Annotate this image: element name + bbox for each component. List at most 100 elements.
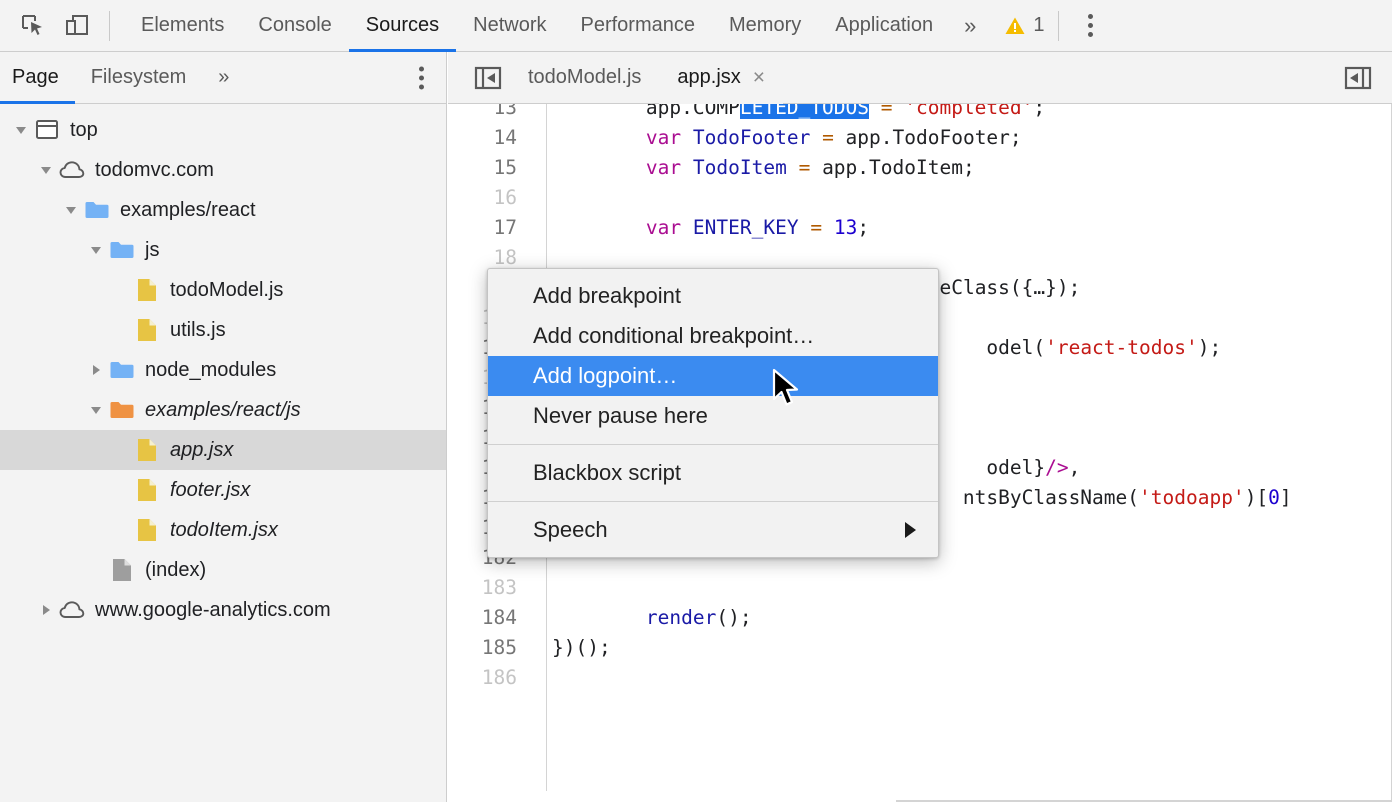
- show-navigator-icon[interactable]: [466, 52, 510, 104]
- toolbar-divider: [109, 11, 110, 41]
- line-number[interactable]: 184: [448, 603, 546, 633]
- tab-application-label: Application: [835, 14, 933, 37]
- tree-item-label: todoItem.jsx: [170, 519, 278, 542]
- line-number[interactable]: 14: [448, 123, 546, 153]
- code-token: [681, 216, 693, 239]
- tree-item-label: node_modules: [145, 359, 276, 382]
- code-line[interactable]: [548, 183, 1392, 213]
- editor-tab-appjsx[interactable]: app.jsx ×: [659, 52, 783, 104]
- devtools-menu-icon[interactable]: [1071, 4, 1109, 48]
- tree-item-todomodel-js[interactable]: todoModel.js: [0, 270, 446, 310]
- chevron-down-icon[interactable]: [60, 190, 82, 230]
- show-debugger-icon[interactable]: [1338, 58, 1378, 98]
- menu-item-add-breakpoint[interactable]: Add breakpoint: [488, 276, 938, 316]
- tree-item-app-jsx[interactable]: app.jsx: [0, 430, 446, 470]
- menu-item-never-pause-here[interactable]: Never pause here: [488, 396, 938, 436]
- code-token: ();: [716, 606, 751, 629]
- tab-network-label: Network: [473, 14, 546, 37]
- code-line[interactable]: render();: [548, 603, 1392, 633]
- code-token: ntsByClassName(: [963, 486, 1139, 509]
- chevron-down-icon[interactable]: [10, 110, 32, 150]
- tab-console[interactable]: Console: [241, 0, 348, 52]
- close-icon[interactable]: ×: [753, 67, 765, 88]
- tree-item-index[interactable]: (index): [0, 550, 446, 590]
- line-number[interactable]: 186: [448, 663, 546, 693]
- nav-tab-page[interactable]: Page: [0, 52, 75, 104]
- code-token: [892, 104, 904, 119]
- tree-item-examples-react[interactable]: examples/react: [0, 190, 446, 230]
- tree-item-top[interactable]: top: [0, 110, 446, 150]
- tree-item-examples-react-js[interactable]: examples/react/js: [0, 390, 446, 430]
- code-line[interactable]: var ENTER_KEY = 13;: [548, 213, 1392, 243]
- folder-orange-icon: [107, 399, 137, 421]
- menu-item-label: Never pause here: [533, 403, 708, 429]
- line-number[interactable]: 15: [448, 153, 546, 183]
- tree-item-todomvc-com[interactable]: todomvc.com: [0, 150, 446, 190]
- tree-item-utils-js[interactable]: utils.js: [0, 310, 446, 350]
- line-number-label: 184: [482, 606, 517, 629]
- line-number[interactable]: 185: [448, 633, 546, 663]
- code-token: ENTER_KEY: [693, 216, 799, 239]
- warning-count-label: 1: [1033, 14, 1044, 37]
- warning-counter[interactable]: 1: [1004, 14, 1044, 37]
- tab-elements[interactable]: Elements: [124, 0, 241, 52]
- menu-item-blackbox-script[interactable]: Blackbox script: [488, 453, 938, 493]
- more-panels-icon[interactable]: »: [950, 15, 990, 37]
- code-token: [552, 156, 646, 179]
- code-line[interactable]: })();: [548, 633, 1392, 663]
- chevron-down-icon[interactable]: [85, 230, 107, 270]
- gutter-context-menu[interactable]: Add breakpointAdd conditional breakpoint…: [487, 268, 939, 558]
- editor-tab-todomodel[interactable]: todoModel.js: [510, 52, 659, 104]
- code-token: [552, 126, 646, 149]
- line-number-label: 18: [494, 246, 517, 269]
- nav-tab-filesystem[interactable]: Filesystem: [75, 52, 203, 104]
- cloud-icon: [57, 600, 87, 620]
- devtools-main-toolbar: Elements Console Sources Network Perform…: [0, 0, 1392, 52]
- chevron-down-icon[interactable]: [35, 150, 57, 190]
- menu-item-add-logpoint[interactable]: Add logpoint…: [488, 356, 938, 396]
- tree-item-js[interactable]: js: [0, 230, 446, 270]
- device-toolbar-icon[interactable]: [55, 4, 99, 48]
- line-number[interactable]: 17: [448, 213, 546, 243]
- code-line[interactable]: [548, 573, 1392, 603]
- code-token: />: [1045, 456, 1068, 479]
- tree-item-www-google-analytics-com[interactable]: www.google-analytics.com: [0, 590, 446, 630]
- chevron-down-icon[interactable]: [85, 390, 107, 430]
- navigator-tabbar: Page Filesystem »: [0, 52, 446, 104]
- folder-blue-icon: [107, 239, 137, 261]
- nav-tab-page-label: Page: [12, 66, 59, 89]
- code-token: })();: [552, 636, 611, 659]
- tree-item-label: app.jsx: [170, 439, 233, 462]
- tab-network[interactable]: Network: [456, 0, 563, 52]
- code-line[interactable]: app.COMPLETED_TODOS = 'completed';: [548, 104, 1392, 123]
- line-number[interactable]: 13: [448, 104, 546, 123]
- menu-item-add-conditional-breakpoint[interactable]: Add conditional breakpoint…: [488, 316, 938, 356]
- navigator-menu-icon[interactable]: [419, 66, 424, 89]
- menu-separator: [488, 501, 938, 502]
- tab-performance[interactable]: Performance: [564, 0, 713, 52]
- line-number[interactable]: 183: [448, 573, 546, 603]
- tab-sources[interactable]: Sources: [349, 0, 456, 52]
- code-line[interactable]: [548, 663, 1392, 693]
- tree-twisty-placeholder: [85, 550, 107, 590]
- tab-memory[interactable]: Memory: [712, 0, 818, 52]
- code-line[interactable]: var TodoFooter = app.TodoFooter;: [548, 123, 1392, 153]
- tab-application[interactable]: Application: [818, 0, 950, 52]
- menu-item-label: Blackbox script: [533, 460, 681, 486]
- inspect-element-icon[interactable]: [11, 4, 55, 48]
- nav-more-tabs-icon[interactable]: »: [202, 52, 245, 104]
- tree-item-footer-jsx[interactable]: footer.jsx: [0, 470, 446, 510]
- code-token: )[: [1245, 486, 1268, 509]
- tree-item-todoitem-jsx[interactable]: todoItem.jsx: [0, 510, 446, 550]
- chevron-right-icon[interactable]: [85, 350, 107, 390]
- tab-performance-label: Performance: [581, 14, 696, 37]
- chevron-right-icon[interactable]: [35, 590, 57, 630]
- code-token: var: [646, 216, 681, 239]
- code-token: app.TodoItem;: [810, 156, 974, 179]
- code-token: var: [646, 156, 681, 179]
- code-token: [681, 156, 693, 179]
- code-line[interactable]: var TodoItem = app.TodoItem;: [548, 153, 1392, 183]
- tree-item-node-modules[interactable]: node_modules: [0, 350, 446, 390]
- menu-item-speech[interactable]: Speech: [488, 510, 938, 550]
- line-number[interactable]: 16: [448, 183, 546, 213]
